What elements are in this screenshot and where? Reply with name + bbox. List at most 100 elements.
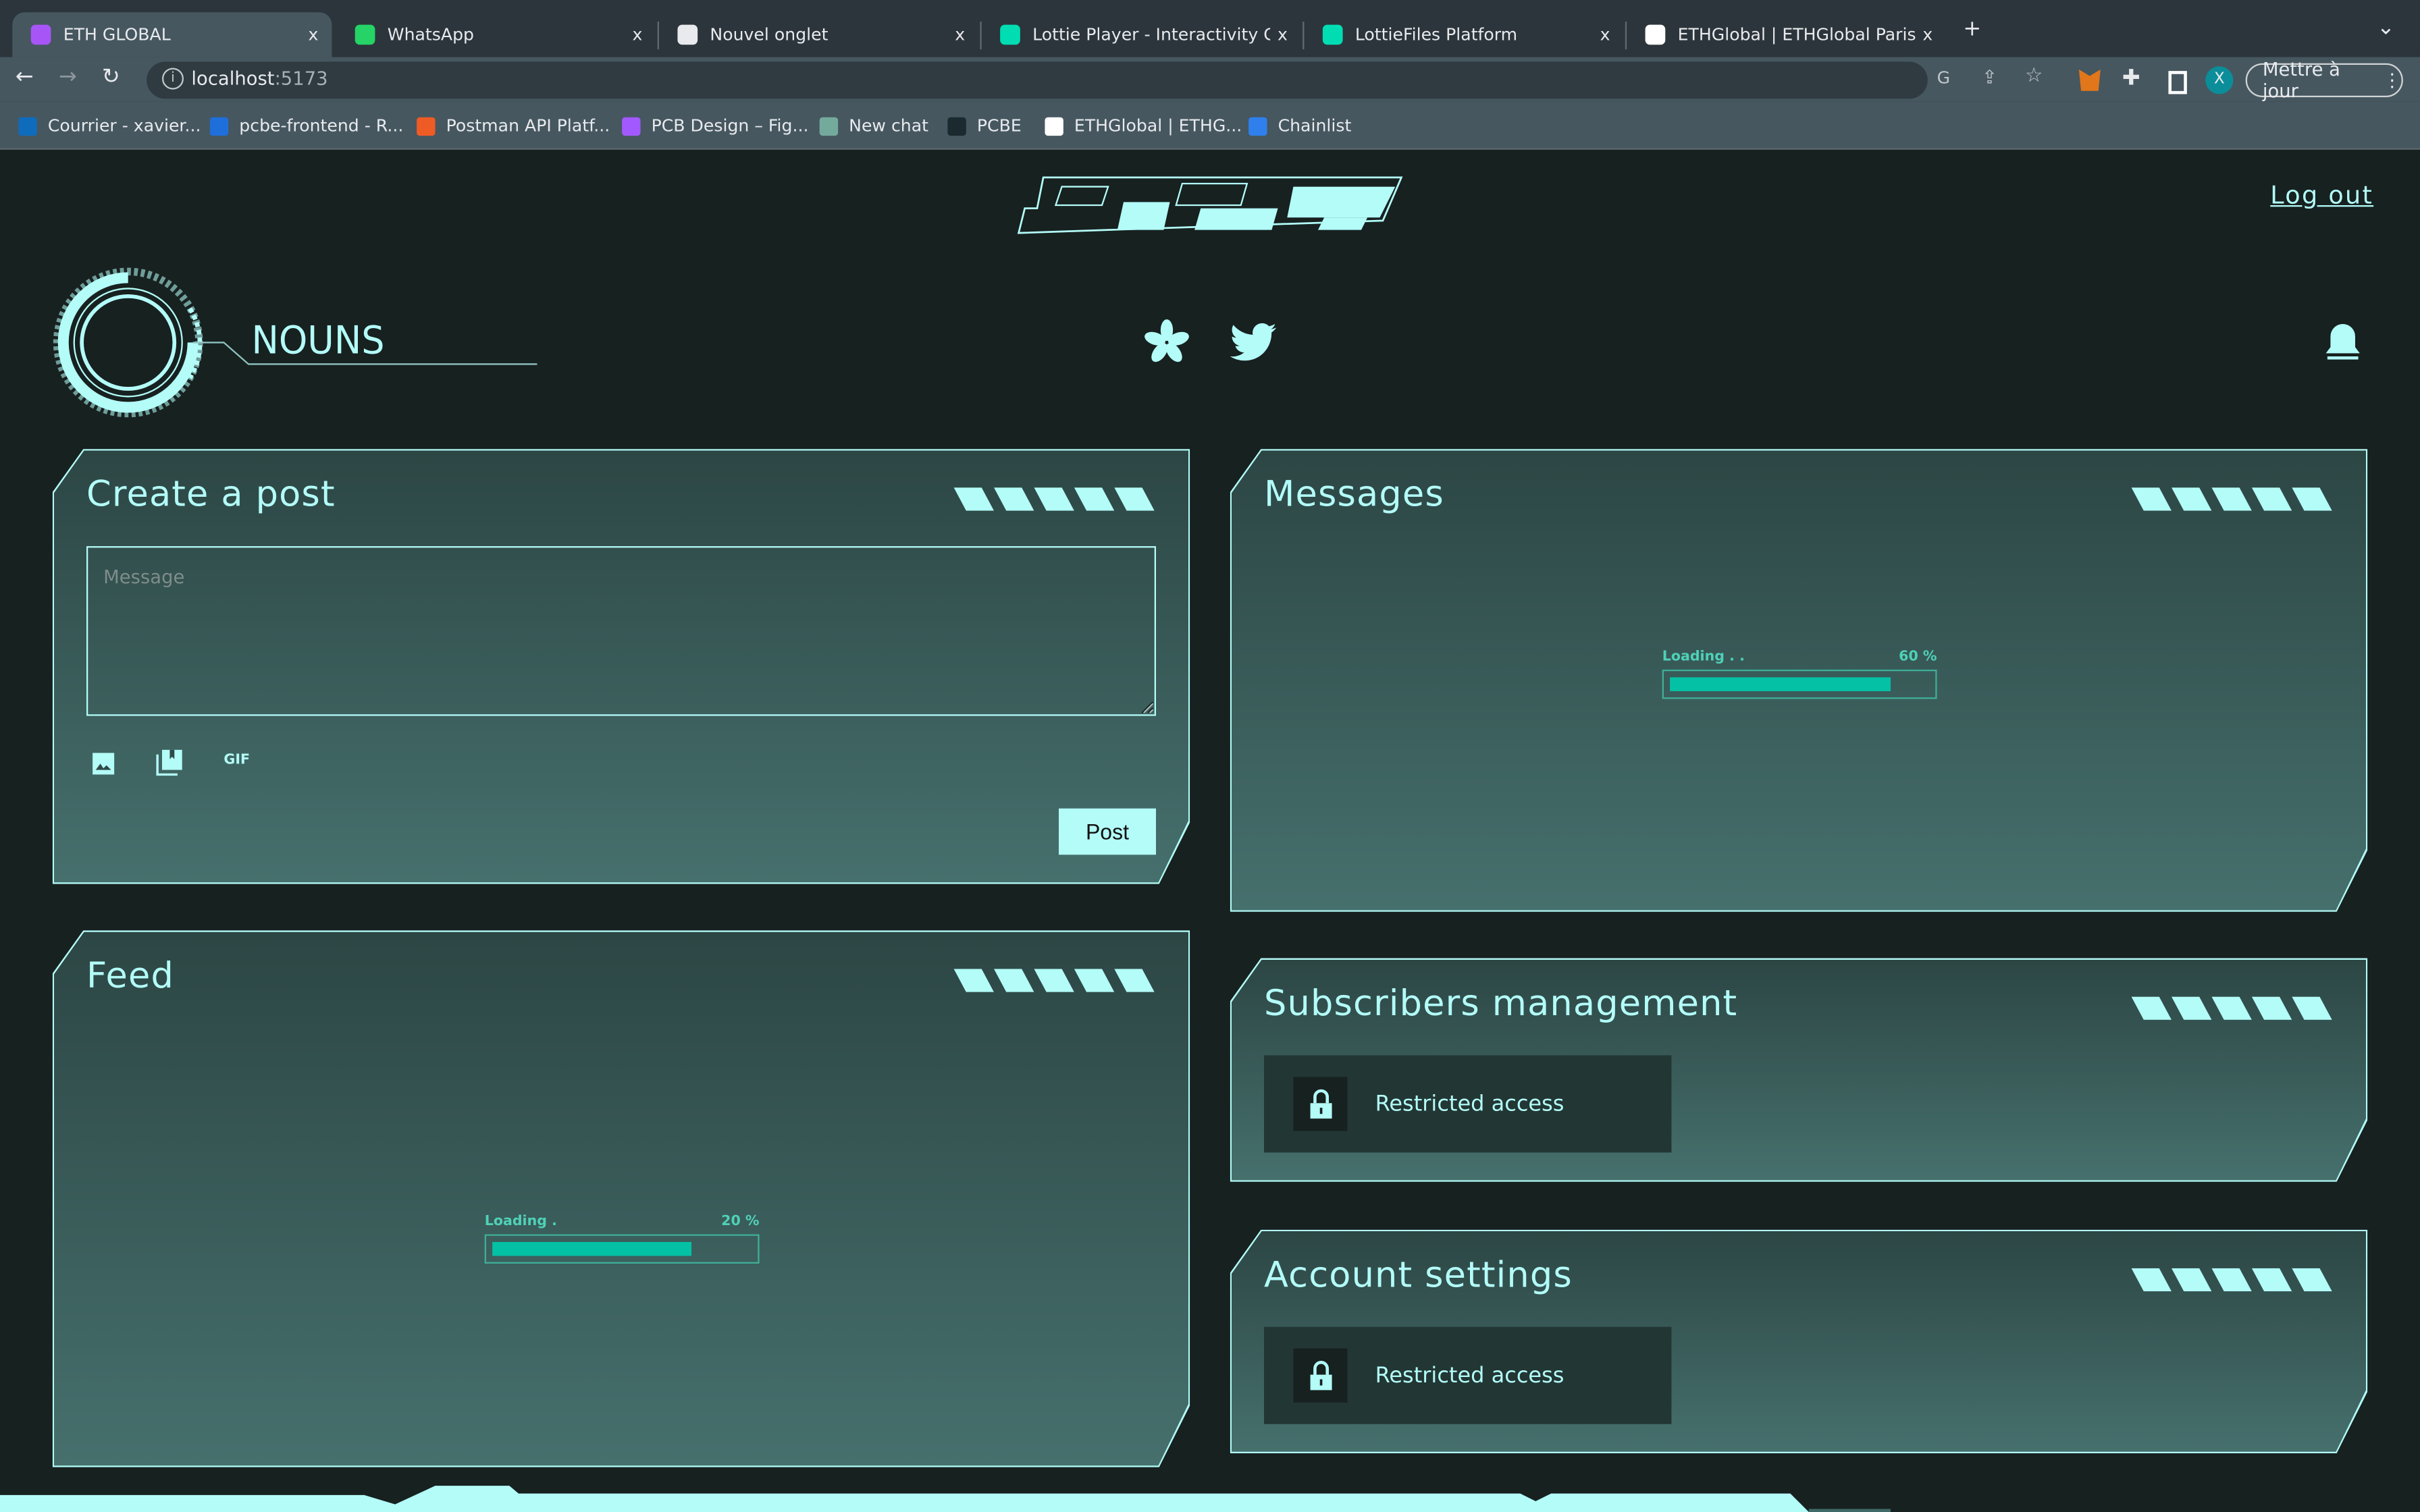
bookmark-label: PCBE <box>976 115 1022 136</box>
bookmark-item[interactable]: ETHGlobal | ETHG... <box>1045 115 1242 136</box>
reload-button[interactable]: ↻ <box>102 65 120 90</box>
tab-search-button[interactable]: ⌄ <box>2377 16 2395 40</box>
bookmark-star-icon[interactable]: ☆ <box>2025 65 2043 88</box>
stripe <box>2252 487 2292 510</box>
progress-fill <box>1670 677 1890 691</box>
subscribers-panel: Subscribers management Restricted access <box>1230 958 2368 1181</box>
bookmark-item[interactable]: New chat <box>819 115 928 136</box>
browser-tab[interactable]: Lottie Player - Interactivity Guidex <box>982 12 1301 57</box>
tab-separator <box>1625 21 1627 50</box>
stripes-decoration <box>954 969 1155 992</box>
image-upload-icon[interactable] <box>91 751 116 776</box>
post-button[interactable]: Post <box>1059 809 1156 855</box>
restricted-access-notice: Restricted access <box>1264 1327 1671 1424</box>
stripe <box>1074 969 1114 992</box>
close-tab-button[interactable]: x <box>301 25 326 45</box>
tab-title: ETHGlobal | ETHGlobal Paris <box>1677 24 1916 45</box>
bookmark-favicon-icon <box>1248 116 1267 135</box>
bookmark-item[interactable]: PCBE <box>947 115 1022 136</box>
community-name: NOUNS <box>251 317 385 363</box>
bookmark-favicon-icon <box>417 116 436 135</box>
browser-tab[interactable]: WhatsApp x <box>336 12 656 57</box>
flower-icon[interactable] <box>1144 319 1190 366</box>
tab-title: Nouvel onglet <box>710 24 828 45</box>
browser-tab[interactable]: Nouvel onglet x <box>659 12 978 57</box>
tab-separator <box>980 21 982 50</box>
twitter-icon[interactable] <box>1230 323 1277 362</box>
progress-fill <box>492 1242 692 1256</box>
stripes-decoration <box>2132 1268 2332 1291</box>
bookmark-label: pcbe-frontend - R... <box>239 115 404 136</box>
loading-label: Loading . . <box>1662 649 1745 666</box>
bookmark-item[interactable]: Chainlist <box>1248 115 1351 136</box>
close-tab-button[interactable]: x <box>947 25 972 45</box>
whatsapp-icon <box>354 24 375 45</box>
bookmark-favicon-icon <box>1045 116 1063 135</box>
stripe <box>2211 1268 2251 1291</box>
menu-icon[interactable]: ⋮ <box>2383 70 2401 91</box>
tab-title: ETH GLOBAL <box>63 24 171 45</box>
bookmark-item[interactable]: Courrier - xavier... <box>18 115 201 136</box>
stripe <box>2211 487 2251 510</box>
browser-tab[interactable]: ETH GLOBAL x <box>12 12 332 57</box>
bookmark-item[interactable]: pcbe-frontend - R... <box>209 115 404 136</box>
bookmark-label: PCB Design – Fig... <box>651 115 809 136</box>
stripe <box>1114 487 1154 510</box>
lottie-icon <box>1000 24 1020 45</box>
message-input[interactable] <box>86 546 1156 716</box>
gallery-icon[interactable] <box>156 749 184 776</box>
tab-title: LottieFiles Platform <box>1354 24 1518 45</box>
address-bar[interactable]: i localhost:5173 G ⇪ ☆ <box>147 61 2043 99</box>
stripe <box>2172 1268 2211 1291</box>
loading-label: Loading . <box>484 1214 557 1230</box>
close-tab-button[interactable]: x <box>1593 25 1618 45</box>
vite-icon <box>30 24 51 45</box>
feed-loader: Loading . 20 % <box>485 1214 760 1264</box>
progress-percent: 60 % <box>1899 649 1937 666</box>
close-tab-button[interactable]: x <box>1916 25 1941 45</box>
bookmark-favicon-icon <box>209 116 229 135</box>
stripe <box>2172 997 2211 1020</box>
bookmark-label: ETHGlobal | ETHG... <box>1074 115 1242 136</box>
extensions-icon[interactable]: ✚ <box>2122 66 2140 91</box>
forward-button[interactable]: → <box>59 65 77 90</box>
back-button[interactable]: ← <box>16 65 34 90</box>
footer-decoration <box>0 1486 1891 1512</box>
restricted-label: Restricted access <box>1375 1091 1564 1116</box>
stripe <box>2211 997 2251 1020</box>
lottie-icon <box>1322 24 1343 45</box>
tab-separator <box>657 21 659 50</box>
new-tab-button[interactable]: + <box>1963 17 1981 42</box>
update-button[interactable]: Mettre à jour ⋮ <box>2245 59 2403 102</box>
profile-avatar[interactable]: X <box>2205 66 2234 94</box>
browser-tab[interactable]: LottieFiles Platform x <box>1304 12 1623 57</box>
close-tab-button[interactable]: x <box>625 25 650 45</box>
share-icon[interactable]: ⇪ <box>1982 66 1997 88</box>
stripe <box>2172 487 2211 510</box>
browser-tab[interactable]: ETHGlobal | ETHGlobal Paris x <box>1627 12 1946 57</box>
stripe <box>954 969 994 992</box>
stripe <box>2132 997 2172 1020</box>
gif-button[interactable]: GIF <box>223 753 250 768</box>
bookmark-item[interactable]: Postman API Platf... <box>417 115 610 136</box>
logout-link[interactable]: Log out <box>2270 180 2373 209</box>
stripe <box>954 487 994 510</box>
url-port: :5173 <box>274 68 328 90</box>
progress-percent: 20 % <box>721 1214 760 1230</box>
site-info-icon[interactable]: i <box>161 68 184 90</box>
bookmark-item[interactable]: PCB Design – Fig... <box>622 115 808 136</box>
panel-title: Subscribers management <box>1263 984 1738 1025</box>
stripe <box>1114 969 1154 992</box>
notification-bell-icon[interactable] <box>2323 321 2363 364</box>
bookmark-favicon-icon <box>622 116 641 135</box>
stripe <box>2132 487 2172 510</box>
translate-icon[interactable]: G <box>1937 68 1951 88</box>
ethglobal-icon <box>1645 24 1666 45</box>
close-tab-button[interactable]: x <box>1270 25 1295 45</box>
messages-loader: Loading . . 60 % <box>1662 649 1937 699</box>
create-post-panel: Create a post GIF Post <box>53 449 1190 884</box>
panel-title: Feed <box>86 956 174 997</box>
panel-title: Create a post <box>86 475 336 516</box>
side-panel-icon[interactable] <box>2168 71 2187 94</box>
bookmark-label: Chainlist <box>1278 115 1352 136</box>
